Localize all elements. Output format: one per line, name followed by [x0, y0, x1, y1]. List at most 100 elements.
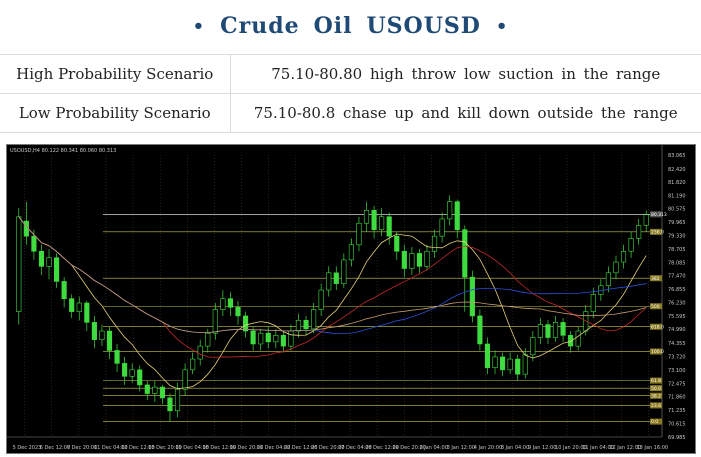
candle-body: [379, 216, 385, 231]
candle-body: [197, 345, 203, 360]
candle-body: [235, 307, 241, 317]
chart-time-tick: 13 Jan 16:00: [636, 445, 668, 451]
candle-body: [69, 298, 75, 312]
candle-body: [628, 238, 634, 252]
candle-body: [137, 369, 143, 386]
candle-body: [605, 272, 611, 287]
candle-body: [643, 214, 649, 226]
chart-level-label: 80.313: [651, 212, 667, 218]
candle-body: [416, 253, 423, 267]
candle-body: [311, 309, 317, 330]
chart-price-tick: 79.965: [668, 220, 686, 226]
scenario-label-high: High Probability Scenario: [0, 54, 231, 94]
candle-body: [401, 250, 407, 269]
candle-body: [454, 201, 460, 231]
candle-body: [273, 335, 279, 343]
chart-price-tick: 81.190: [668, 193, 686, 199]
candle-body: [530, 337, 536, 356]
candle-body: [167, 397, 173, 412]
chart-symbol-header: USOUSD,H4 80.122 80.341 80.060 80.313: [10, 148, 116, 154]
chart-level-label: 500: [651, 304, 660, 310]
candle-body: [394, 235, 400, 252]
candle-body: [363, 210, 370, 224]
chart-price-tick: 83.065: [668, 153, 686, 159]
chart-price-tick: 81.820: [668, 180, 686, 186]
table-row: Low Probability Scenario 75.10-80.8 chas…: [0, 93, 701, 133]
scenario-label-low: Low Probability Scenario: [0, 93, 231, 133]
chart-time-tick: 2 Jan 04:00: [419, 445, 447, 451]
candle-body: [507, 358, 513, 371]
candle-body: [46, 257, 52, 267]
chart-time-tick: 5 Dec 2023: [13, 445, 42, 451]
chart-level-label: 0.0: [651, 419, 658, 425]
candle-body: [159, 386, 165, 399]
ma-mid-line: [18, 216, 647, 358]
chart-level-label: 236.0: [651, 229, 664, 235]
chart-level-label: 23.6: [651, 403, 661, 409]
candle-body: [76, 302, 82, 312]
chart-time-tick: 4 Jan 20:00: [474, 445, 502, 451]
candle-body: [242, 315, 249, 332]
chart-level-label: 61.8: [651, 378, 661, 384]
candle-body: [545, 324, 551, 338]
candle-body: [84, 302, 90, 323]
candle-body: [144, 384, 150, 394]
chart-time-tick: 3 Jan 12:00: [447, 445, 475, 451]
candle-body: [462, 229, 468, 278]
chart-time-tick: 9 Jan 12:00: [528, 445, 556, 451]
chart-price-tick: 74.355: [668, 341, 686, 347]
candle-body: [190, 358, 196, 371]
candle-body: [265, 332, 271, 343]
chart-price-tick: 82.420: [668, 167, 686, 173]
candle-body: [61, 281, 67, 299]
candle-body: [333, 272, 339, 284]
chart-price-tick: 73.720: [668, 354, 686, 360]
title-word-oil: Oil: [313, 13, 353, 39]
candle-body: [620, 250, 627, 263]
price-chart[interactable]: USOUSD,H4 80.122 80.341 80.060 80.313 5 D…: [6, 144, 696, 454]
chart-price-tick: 73.100: [668, 368, 686, 374]
candle-body: [409, 253, 415, 269]
ma-long-line: [18, 216, 647, 333]
chart-time-tick: 6 Dec 12:00: [40, 445, 70, 451]
candle-body: [477, 315, 483, 345]
candle-body: [38, 250, 45, 267]
chart-price-tick: 74.990: [668, 327, 686, 333]
candle-body: [16, 216, 22, 312]
candle-body: [431, 235, 438, 252]
candle-body: [227, 298, 234, 308]
scenario-value-high: 75.10-80.80 high throw low suction in th…: [230, 54, 701, 94]
chart-price-tick: 79.330: [668, 234, 686, 240]
candle-body: [205, 332, 211, 347]
chart-level-label: 382: [651, 276, 660, 282]
candle-body: [122, 363, 128, 377]
candle-body: [636, 225, 642, 239]
candle-body: [182, 369, 188, 390]
candle-body: [212, 309, 218, 334]
chart-price-tick: 80.575: [668, 207, 686, 213]
candle-body: [515, 358, 521, 375]
chart-price-tick: 78.085: [668, 260, 686, 266]
candle-body: [484, 343, 491, 368]
candle-body: [341, 259, 347, 284]
table-row: High Probability Scenario 75.10-80.80 hi…: [0, 54, 701, 94]
candle-body: [522, 354, 528, 375]
candle-body: [424, 250, 430, 267]
candle-body: [371, 210, 377, 231]
candle-body: [31, 235, 37, 252]
chart-price-tick: 70.615: [668, 421, 686, 427]
candle-body: [91, 322, 97, 340]
candle-body: [469, 276, 475, 317]
candle-body: [295, 319, 302, 332]
title-word-symbol: USOUSD: [366, 13, 481, 39]
candle-body: [152, 386, 158, 394]
candle-body: [560, 322, 566, 336]
candle-body: [447, 201, 453, 220]
chart-price-tick: 75.595: [668, 314, 686, 320]
chart-canvas[interactable]: USOUSD,H4 80.122 80.341 80.060 80.313 5 D…: [7, 145, 695, 453]
title-word-crude: Crude: [220, 13, 300, 39]
chart-level-label: 618.0: [651, 324, 664, 330]
candle-body: [220, 298, 226, 310]
chart-price-tick: 71.235: [668, 408, 686, 414]
candle-body: [288, 330, 294, 347]
